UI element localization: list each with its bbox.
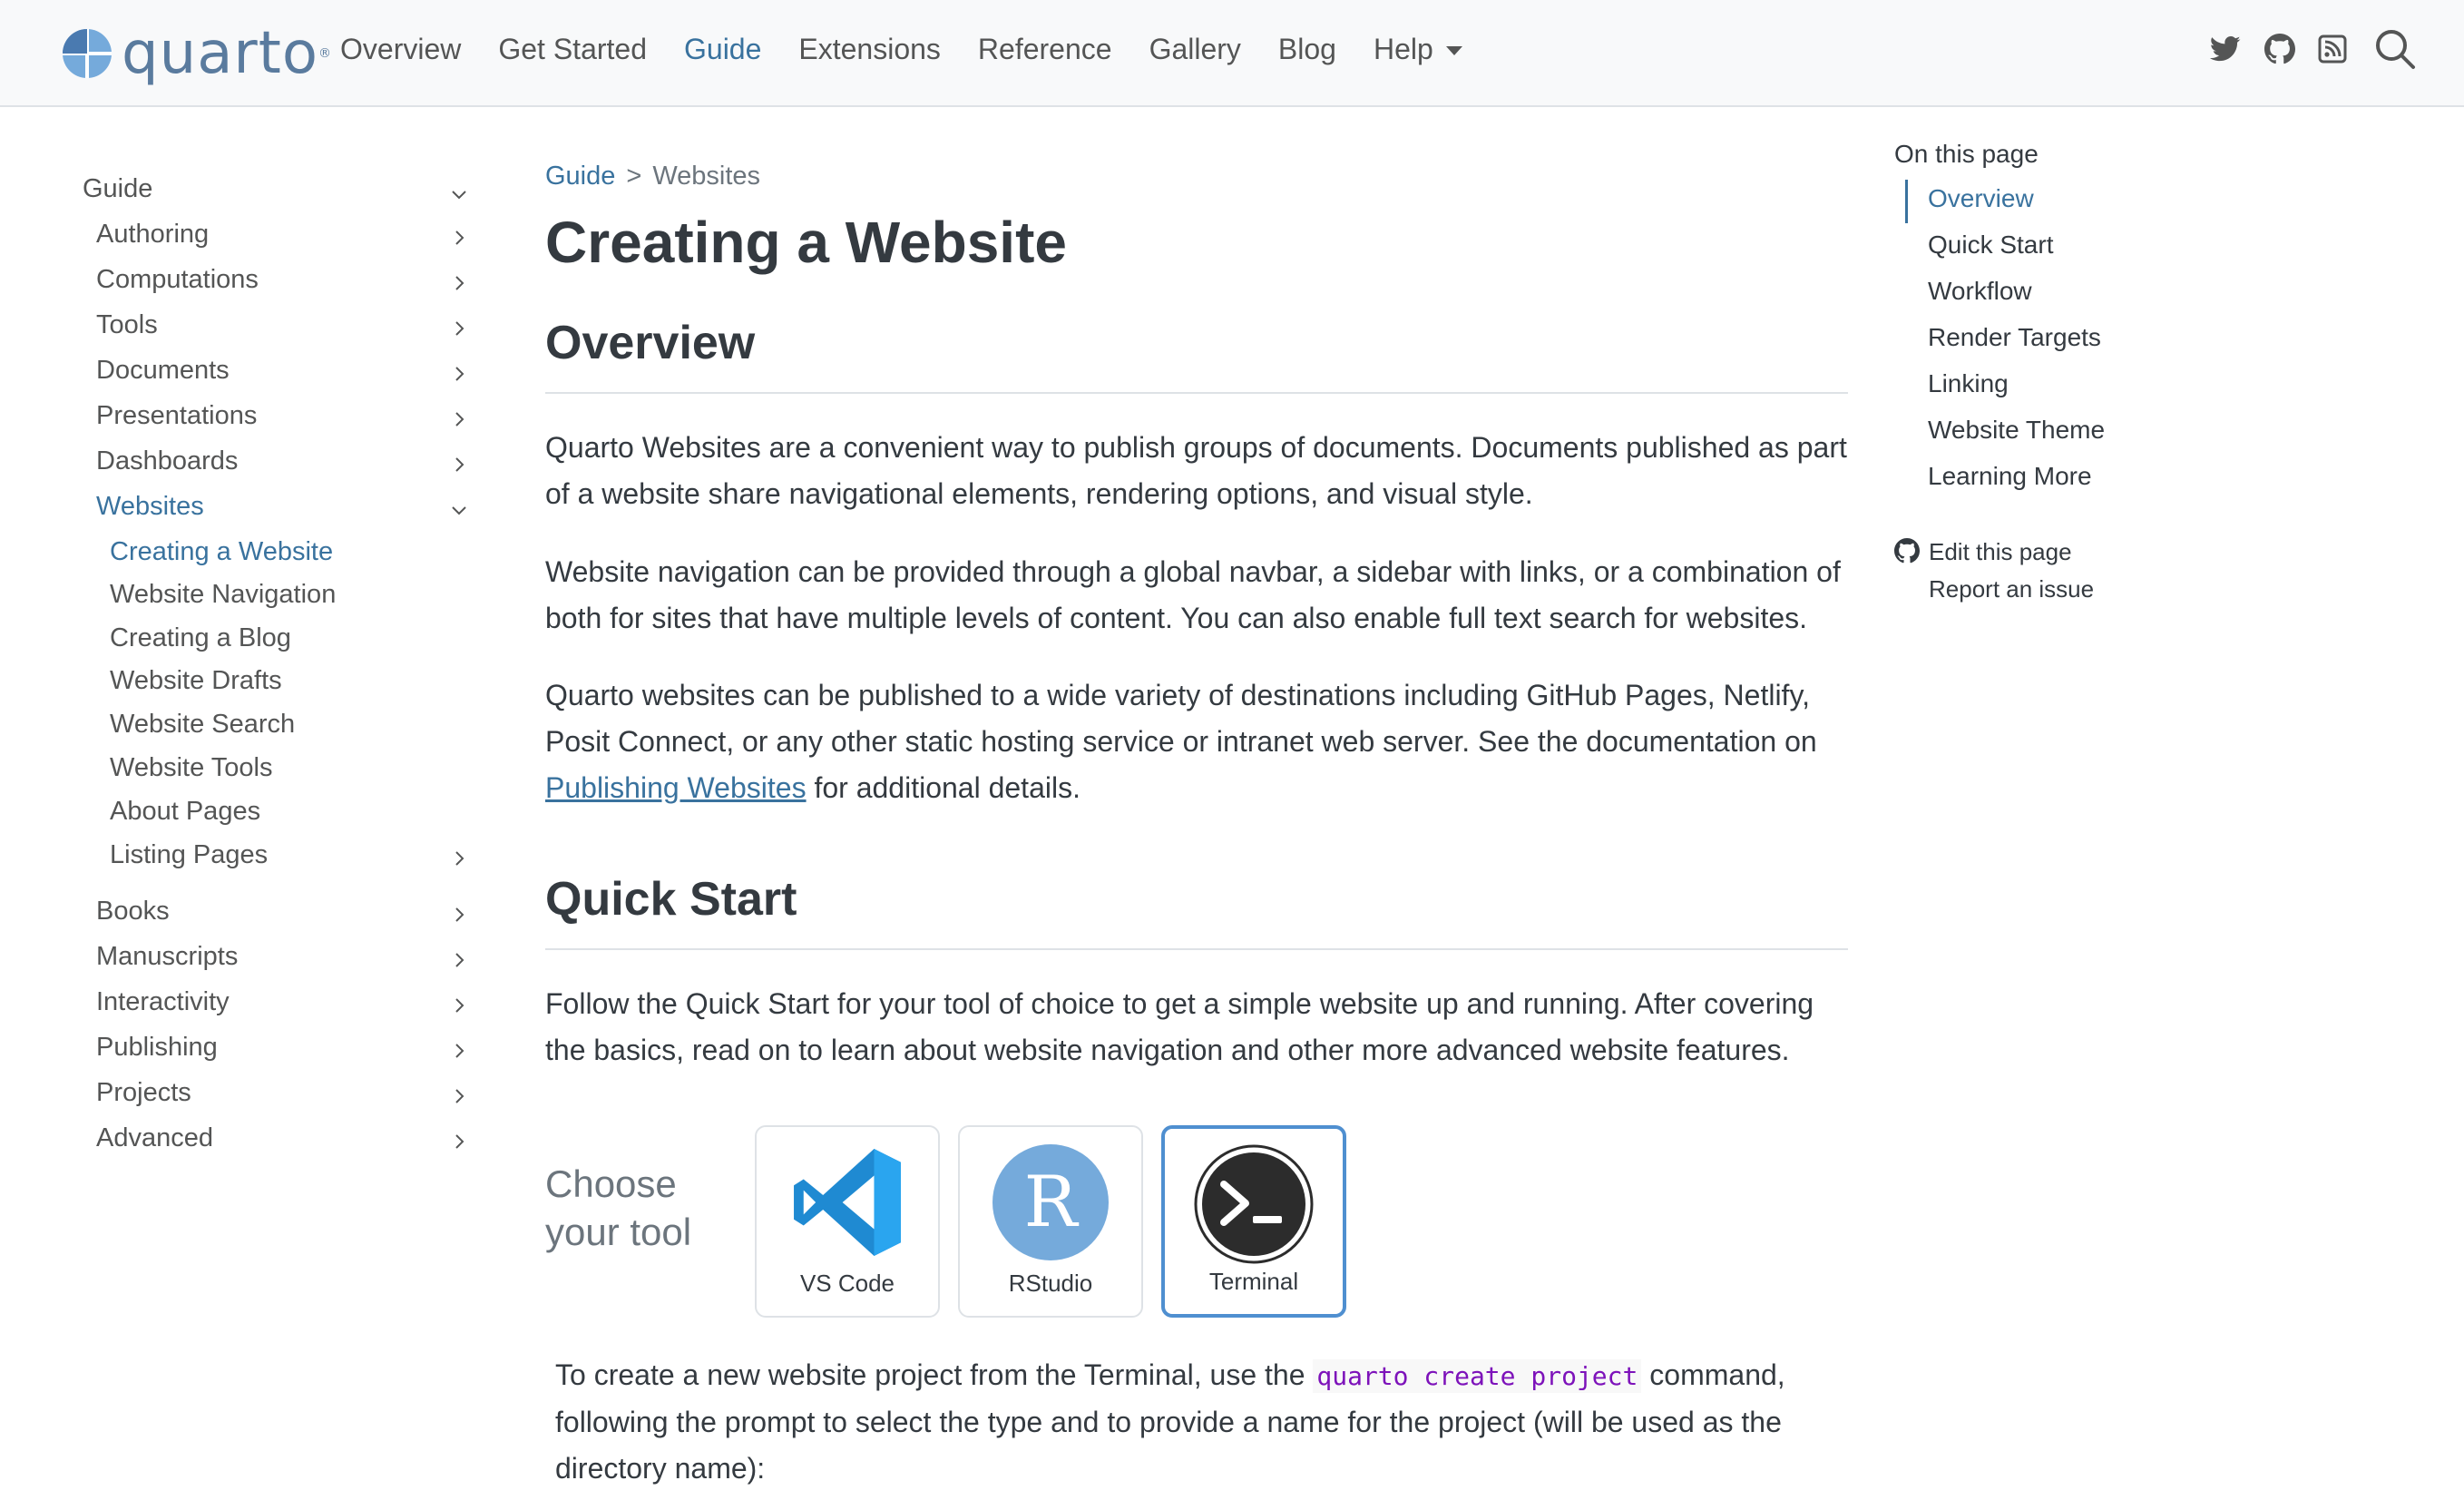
toc-title: On this page [1894, 140, 2039, 168]
brand-link[interactable]: quarto® [62, 22, 332, 85]
nav-blog[interactable]: Blog [1278, 33, 1336, 66]
tool-label-rstudio: RStudio [1008, 1270, 1093, 1297]
tool-card-rstudio[interactable]: R RStudio [958, 1125, 1143, 1318]
toc-item-workflow[interactable]: Workflow [1928, 277, 2032, 306]
heading-divider [545, 392, 1848, 394]
sidebar-item-authoring[interactable]: Authoring [96, 220, 209, 250]
quickstart-paragraph: Follow the Quick Start for your tool of … [545, 987, 1814, 1066]
sidebar-item-publishing[interactable]: Publishing [96, 1033, 218, 1063]
brand-registered-mark: ® [318, 46, 332, 61]
chevron-right-icon[interactable] [448, 227, 470, 249]
overview-paragraph-1: Quarto Websites are a convenient way to … [545, 431, 1847, 510]
twitter-icon[interactable] [2207, 25, 2244, 73]
rstudio-icon: R [992, 1144, 1109, 1260]
tool-card-terminal[interactable]: Terminal [1161, 1125, 1346, 1318]
sidebar-item-tools[interactable]: Tools [96, 310, 158, 340]
sidebar-item-books[interactable]: Books [96, 897, 170, 927]
breadcrumb-separator: > [626, 162, 642, 191]
tool-label-vscode: VS Code [799, 1270, 895, 1297]
sidebar-item-listing-pages[interactable]: Listing Pages [110, 840, 268, 870]
chevron-right-icon[interactable] [448, 1040, 470, 1062]
breadcrumb: Guide > Websites [545, 162, 760, 191]
nav-get-started[interactable]: Get Started [498, 33, 647, 66]
rstudio-glyph: R [1024, 1162, 1080, 1243]
sidebar-item-website-search[interactable]: Website Search [110, 710, 295, 740]
overview-paragraph-2: Website navigation can be provided throu… [545, 555, 1841, 634]
chevron-right-icon[interactable] [448, 848, 470, 869]
toc-item-website-theme[interactable]: Website Theme [1928, 416, 2105, 445]
sidebar-item-presentations[interactable]: Presentations [96, 401, 257, 431]
toc-active-indicator [1905, 180, 1908, 223]
edit-this-page-link[interactable]: Edit this page [1929, 538, 2072, 566]
sidebar-item-about-pages[interactable]: About Pages [110, 797, 260, 827]
chevron-down-icon[interactable] [448, 499, 470, 521]
chevron-right-icon[interactable] [448, 904, 470, 926]
breadcrumb-guide-link[interactable]: Guide [545, 162, 615, 191]
chevron-right-icon[interactable] [448, 949, 470, 971]
github-icon [1894, 538, 1920, 564]
sidebar-item-manuscripts[interactable]: Manuscripts [96, 942, 238, 972]
sidebar-item-website-tools[interactable]: Website Tools [110, 753, 272, 783]
chevron-right-icon[interactable] [448, 1085, 470, 1107]
chevron-right-icon[interactable] [448, 318, 470, 339]
inline-code-create-project: quarto create project [1313, 1359, 1642, 1393]
toc-item-linking[interactable]: Linking [1928, 369, 2009, 398]
search-icon[interactable] [2370, 25, 2420, 73]
sidebar-item-dashboards[interactable]: Dashboards [96, 446, 238, 476]
sidebar-item-guide[interactable]: Guide [83, 174, 152, 204]
nav-extensions[interactable]: Extensions [798, 33, 941, 66]
sidebar-item-computations[interactable]: Computations [96, 265, 259, 295]
quarto-logo-icon [63, 29, 112, 78]
sidebar-item-documents[interactable]: Documents [96, 356, 230, 386]
heading-divider [545, 948, 1848, 950]
nav-help-label: Help [1373, 32, 1433, 65]
nav-icon-group [2192, 25, 2464, 73]
chevron-right-icon[interactable] [448, 408, 470, 430]
nav-help-dropdown[interactable]: Help [1374, 33, 1462, 66]
sidebar-item-creating-a-blog[interactable]: Creating a Blog [110, 623, 291, 653]
section-heading-quick-start: Quick Start [545, 873, 797, 926]
github-icon[interactable] [2262, 25, 2298, 73]
nav-gallery[interactable]: Gallery [1149, 33, 1241, 66]
page-title: Creating a Website [545, 210, 1067, 275]
chevron-right-icon[interactable] [448, 995, 470, 1016]
tool-card-vscode[interactable]: VS Code [755, 1125, 940, 1318]
breadcrumb-current: Websites [652, 162, 761, 191]
overview-paragraph-3: Quarto websites can be published to a wi… [545, 679, 1817, 804]
nav-reference[interactable]: Reference [978, 33, 1112, 66]
sidebar-item-advanced[interactable]: Advanced [96, 1123, 213, 1153]
choose-tool-line-1: Choose [545, 1162, 677, 1205]
nav-links: Overview Get Started Guide Extensions Re… [340, 25, 1500, 73]
toc-item-learning-more[interactable]: Learning More [1928, 462, 2092, 491]
nav-guide[interactable]: Guide [684, 33, 761, 66]
chevron-right-icon[interactable] [448, 454, 470, 476]
chevron-right-icon[interactable] [448, 363, 470, 385]
nav-overview[interactable]: Overview [340, 33, 461, 66]
terminal-instructions: To create a new website project from the… [555, 1358, 1785, 1485]
toc-item-overview[interactable]: Overview [1928, 184, 2034, 213]
navbar: quarto® Overview Get Started Guide Exten… [0, 0, 2464, 107]
toc-item-quick-start[interactable]: Quick Start [1928, 230, 2053, 260]
report-an-issue-link[interactable]: Report an issue [1929, 575, 2094, 603]
chevron-right-icon[interactable] [448, 1131, 470, 1152]
sidebar-item-projects[interactable]: Projects [96, 1078, 191, 1108]
tool-label-terminal: Terminal [1208, 1268, 1299, 1295]
vscode-icon [794, 1149, 901, 1256]
chevron-down-icon[interactable] [448, 183, 470, 205]
choose-tool-label: Choose your tool [545, 1160, 691, 1256]
sidebar-item-website-drafts[interactable]: Website Drafts [110, 666, 282, 696]
rss-icon[interactable] [2314, 25, 2351, 73]
section-heading-overview: Overview [545, 317, 756, 369]
terminal-icon [1194, 1144, 1314, 1264]
sidebar-item-interactivity[interactable]: Interactivity [96, 987, 230, 1017]
publishing-websites-link[interactable]: Publishing Websites [545, 771, 807, 804]
sidebar-item-creating-a-website[interactable]: Creating a Website [110, 537, 333, 567]
choose-tool-line-2: your tool [545, 1211, 692, 1253]
toc-item-render-targets[interactable]: Render Targets [1928, 323, 2101, 352]
sidebar-item-websites[interactable]: Websites [96, 492, 204, 522]
chevron-down-icon [1445, 46, 1462, 56]
brand-name: quarto® [122, 20, 332, 87]
chevron-right-icon[interactable] [448, 272, 470, 294]
sidebar-item-website-navigation[interactable]: Website Navigation [110, 580, 336, 610]
